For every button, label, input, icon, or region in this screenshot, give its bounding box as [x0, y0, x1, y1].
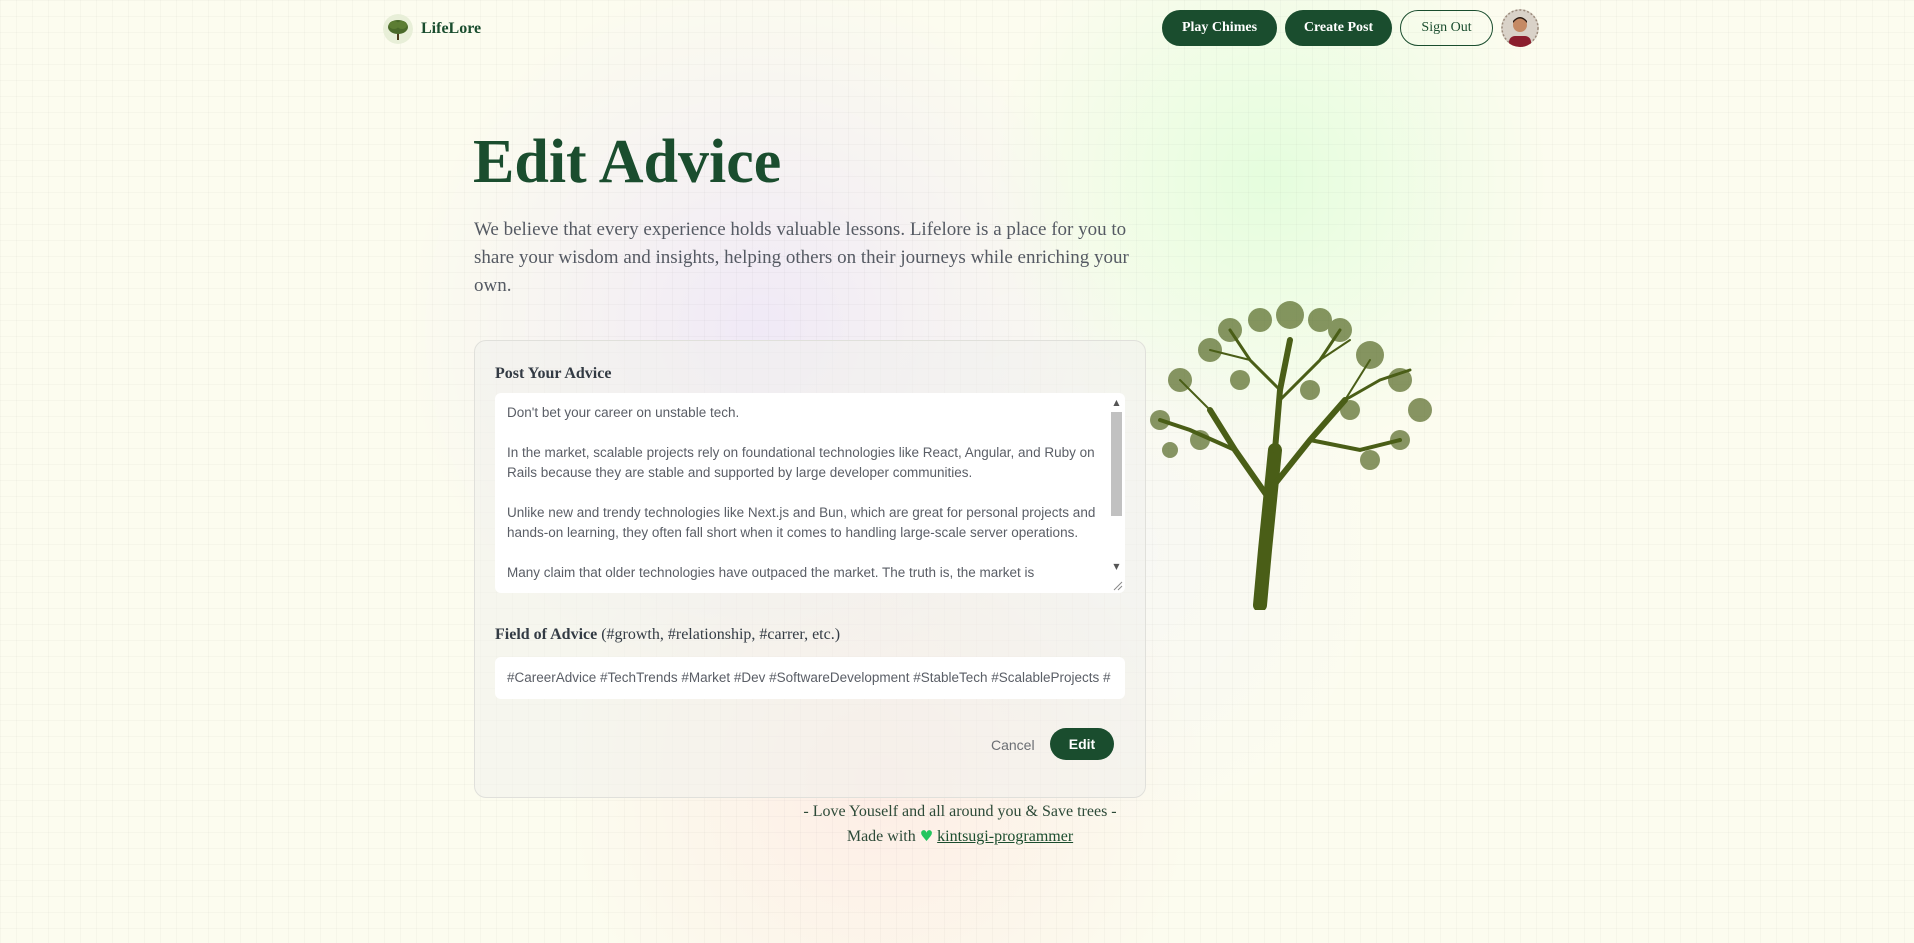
field-label-hint: (#growth, #relationship, #carrer, etc.) — [601, 626, 841, 643]
field-label-text: Field of Advice — [495, 626, 598, 643]
advice-form-card: Post Your Advice Don't bet your career o… — [474, 340, 1146, 798]
resize-handle-icon[interactable] — [1111, 579, 1123, 591]
author-link[interactable]: kintsugi-programmer — [937, 828, 1073, 845]
page-description: We believe that every experience holds v… — [474, 219, 1129, 296]
field-of-advice-label: Field of Advice (#growth, #relationship,… — [495, 626, 840, 644]
scroll-up-arrow-icon[interactable]: ▲ — [1110, 397, 1123, 409]
play-chimes-button[interactable]: Play Chimes — [1162, 10, 1277, 46]
user-avatar[interactable] — [1501, 9, 1539, 47]
edit-button[interactable]: Edit — [1050, 728, 1114, 760]
tree-illustration — [1150, 301, 1432, 610]
top-navbar: LifeLore Play Chimes Create Post Sign Ou… — [0, 0, 1914, 56]
footer-credit: Made with ♥ kintsugi-programmer — [700, 824, 1220, 849]
create-post-button[interactable]: Create Post — [1285, 10, 1392, 46]
brand-name: LifeLore — [421, 20, 482, 37]
scroll-thumb[interactable] — [1111, 412, 1122, 516]
sign-out-button[interactable]: Sign Out — [1400, 10, 1493, 46]
nav-actions: Play Chimes Create Post Sign Out — [1162, 9, 1539, 47]
scroll-down-arrow-icon[interactable]: ▼ — [1110, 561, 1123, 573]
field-of-advice-input[interactable]: #CareerAdvice #TechTrends #Market #Dev #… — [495, 657, 1125, 699]
made-with-text: Made with — [846, 828, 916, 845]
tree-logo-icon — [383, 14, 413, 44]
cancel-button[interactable]: Cancel — [991, 729, 1035, 761]
textarea-scrollbar[interactable]: ▲ ▼ — [1110, 397, 1123, 573]
advice-label: Post Your Advice — [495, 365, 611, 383]
heart-icon: ♥ — [919, 827, 934, 845]
footer: - Love Youself and all around you & Save… — [700, 800, 1220, 849]
brand[interactable]: LifeLore — [383, 14, 481, 44]
footer-tagline: - Love Youself and all around you & Save… — [803, 803, 1117, 820]
advice-textarea-content[interactable]: Don't bet your career on unstable tech. … — [507, 403, 1097, 583]
advice-textarea[interactable]: Don't bet your career on unstable tech. … — [495, 393, 1125, 593]
page-title: Edit Advice — [473, 128, 782, 196]
advice-label-text: Post Your Advice — [495, 365, 612, 382]
